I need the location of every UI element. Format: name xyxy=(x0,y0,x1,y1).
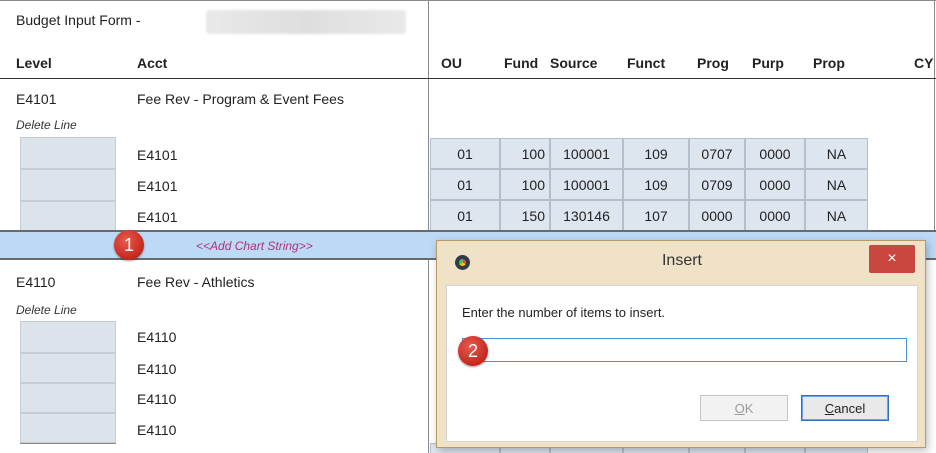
cell-prop[interactable]: NA xyxy=(805,200,868,231)
group-name: Fee Rev - Program & Event Fees xyxy=(137,91,344,107)
cell-funct[interactable]: 107 xyxy=(623,200,689,231)
row-acct: E4101 xyxy=(137,178,178,194)
header-purp: Purp xyxy=(752,55,784,71)
cell-source[interactable]: 100001 xyxy=(550,169,623,200)
row-select-box[interactable] xyxy=(20,137,116,169)
header-cy: CY xyxy=(914,55,934,71)
title-top-line xyxy=(0,0,936,1)
cell-fund[interactable]: 100 xyxy=(500,169,550,200)
close-icon: × xyxy=(887,250,897,267)
cell-ou[interactable]: 01 xyxy=(430,138,500,169)
add-chart-string-link[interactable]: <<Add Chart String>> xyxy=(196,239,313,253)
cancel-button[interactable]: Cancel xyxy=(801,395,889,421)
cancel-accel-letter: C xyxy=(824,400,835,416)
cell-fund[interactable]: 150 xyxy=(500,200,550,231)
right-border xyxy=(934,0,935,230)
header-fund: Fund xyxy=(504,55,539,71)
ok-accel-letter: O xyxy=(734,400,745,416)
row-acct: E4110 xyxy=(137,422,177,438)
cell-source[interactable]: 100001 xyxy=(550,138,623,169)
row-select-box[interactable] xyxy=(20,321,116,353)
ok-label-rest: K xyxy=(744,400,754,416)
group-level: E4101 xyxy=(16,91,57,107)
header-level: Level xyxy=(16,55,52,71)
cell-prog[interactable]: 0707 xyxy=(689,138,745,169)
cell-purp[interactable]: 0000 xyxy=(745,169,805,200)
row-select-box[interactable] xyxy=(20,201,116,231)
header-prop: Prop xyxy=(813,55,845,71)
cell-prog[interactable]: 0709 xyxy=(689,169,745,200)
delete-line-link[interactable]: Delete Line xyxy=(16,118,77,132)
row-acct: E4101 xyxy=(137,209,178,225)
row-acct: E4110 xyxy=(137,391,177,407)
row-select-box[interactable] xyxy=(20,413,116,443)
header-ou: OU xyxy=(441,55,462,71)
row-select-box[interactable] xyxy=(20,383,116,413)
row-divider xyxy=(20,443,116,444)
cell-funct[interactable]: 109 xyxy=(623,169,689,200)
row-select-box[interactable] xyxy=(20,353,116,383)
group-name: Fee Rev - Athletics xyxy=(137,274,255,290)
cancel-label-rest: ancel xyxy=(834,400,866,416)
step-badge-1: 1 xyxy=(114,230,144,260)
row-acct: E4101 xyxy=(137,147,178,163)
cell-purp[interactable]: 0000 xyxy=(745,138,805,169)
header-bottom-line xyxy=(0,78,936,79)
redacted-name xyxy=(206,10,406,34)
pane-divider xyxy=(428,0,429,453)
cell-prop[interactable]: NA xyxy=(805,138,868,169)
row-acct: E4110 xyxy=(137,329,177,345)
step-badge-2: 2 xyxy=(458,336,488,366)
group-level: E4110 xyxy=(16,274,56,290)
cell-prop[interactable]: NA xyxy=(805,169,868,200)
form-title: Budget Input Form - xyxy=(16,12,141,28)
app-logo-icon xyxy=(455,255,470,270)
item-count-input[interactable] xyxy=(462,338,907,362)
header-source: Source xyxy=(550,55,598,71)
cell-source[interactable]: 130146 xyxy=(550,200,623,231)
cell-funct[interactable]: 109 xyxy=(623,138,689,169)
header-prog: Prog xyxy=(697,55,729,71)
cell-ou[interactable]: 01 xyxy=(430,169,500,200)
header-acct: Acct xyxy=(137,55,168,71)
dialog-message: Enter the number of items to insert. xyxy=(462,305,666,320)
dialog-title: Insert xyxy=(661,252,702,269)
cell-prog[interactable]: 0000 xyxy=(689,200,745,231)
header-funct: Funct xyxy=(627,55,666,71)
row-select-box[interactable] xyxy=(20,169,116,201)
row-acct: E4110 xyxy=(137,361,177,377)
close-button[interactable]: × xyxy=(869,245,915,273)
cell-purp[interactable]: 0000 xyxy=(745,200,805,231)
delete-line-link[interactable]: Delete Line xyxy=(16,303,77,317)
ok-button[interactable]: OK xyxy=(700,395,788,421)
cell-ou[interactable]: 01 xyxy=(430,200,500,231)
cell-fund[interactable]: 100 xyxy=(500,138,550,169)
